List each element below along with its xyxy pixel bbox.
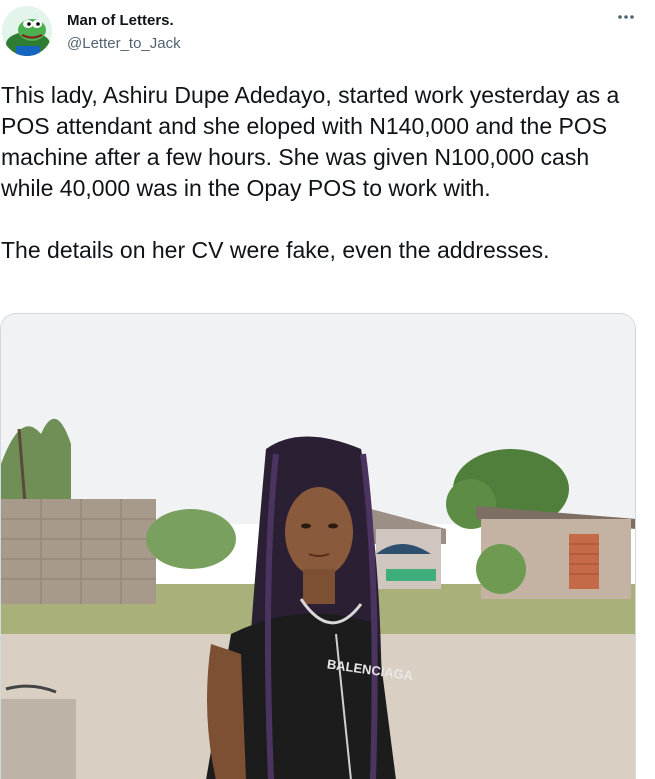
- more-horizontal-icon: [618, 15, 634, 19]
- author-display-name[interactable]: Man of Letters.: [67, 12, 174, 29]
- tweet-paragraph-1: This lady, Ashiru Dupe Adedayo, started …: [1, 82, 620, 201]
- author-handle[interactable]: @Letter_to_Jack: [67, 35, 181, 52]
- more-options-button[interactable]: [612, 6, 640, 28]
- photo-scene: BALENCIAGA: [1, 314, 635, 779]
- tweet-paragraph-2: The details on her CV were fake, even th…: [1, 237, 550, 263]
- tweet-text: This lady, Ashiru Dupe Adedayo, started …: [1, 80, 641, 266]
- avatar[interactable]: [2, 6, 52, 56]
- frog-avatar-icon: [2, 6, 52, 56]
- tweet-photo[interactable]: BALENCIAGA: [0, 313, 636, 779]
